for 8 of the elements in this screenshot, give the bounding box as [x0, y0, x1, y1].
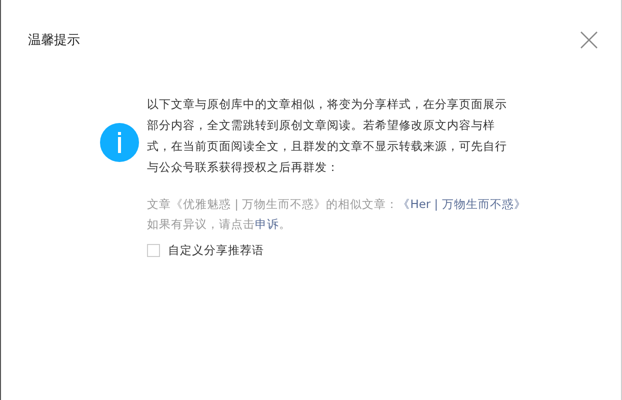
message-text: 以下文章与原创库中的文章相似，将变为分享样式，在分享页面展示部分内容，全文需跳转到原创文章阅读。若希望修改原文内容与样式，在当前页面阅读全文，且群发的文章不显示转载来源，可先自行与公众号联系获得授权之后再群发：	[147, 96, 507, 176]
similar-article-link[interactable]: 《Her | 万物生而不惑》	[398, 197, 526, 211]
checkbox-label: 自定义分享推荐语	[168, 243, 264, 258]
appeal-link[interactable]: 申诉	[255, 217, 279, 231]
appeal-text: 如果有异议，请点击申诉。	[147, 216, 292, 233]
info-icon	[100, 123, 139, 162]
dialog-title: 温馨提示	[28, 32, 80, 49]
checkbox[interactable]	[147, 244, 160, 257]
